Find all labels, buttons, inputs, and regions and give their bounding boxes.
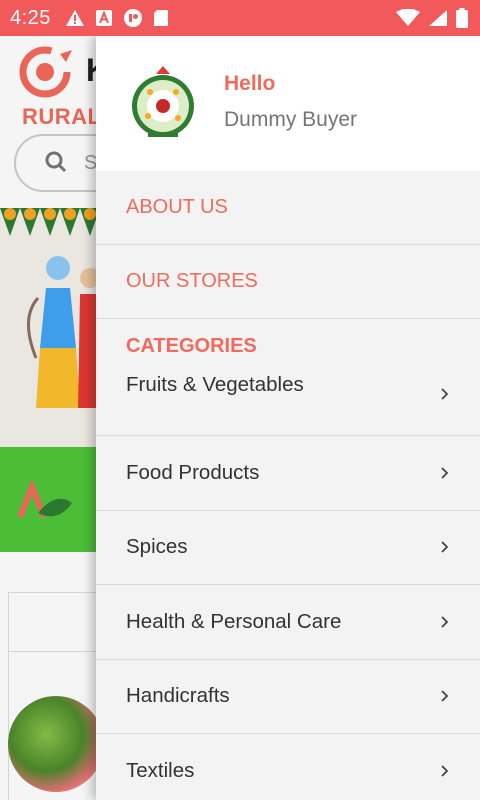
category-fruits-vegetables[interactable]: Fruits & Vegetables: [96, 363, 480, 436]
status-bar: 4:25: [0, 0, 480, 36]
chevron-right-icon: [441, 541, 449, 553]
menu-our-stores[interactable]: OUR STORES: [96, 245, 480, 319]
battery-icon: [456, 8, 468, 28]
a-box-icon: [95, 10, 112, 26]
menu-our-stores-label: OUR STORES: [126, 270, 258, 292]
category-label: Fruits & Vegetables: [126, 373, 304, 396]
category-label: Spices: [126, 535, 188, 559]
category-textiles[interactable]: Textiles: [96, 734, 480, 800]
chevron-right-icon: [441, 690, 449, 702]
category-label: Food Products: [126, 460, 260, 484]
status-icons-left: [65, 8, 169, 28]
menu-about-us-label: ABOUT US: [126, 196, 228, 218]
category-label: Textiles: [126, 758, 195, 782]
drawer-header: Hello Dummy Buyer: [96, 36, 480, 171]
record-icon: [123, 9, 142, 27]
navigation-drawer: Hello Dummy Buyer ABOUT US OUR STORES CA…: [96, 36, 480, 800]
avatar: [132, 66, 194, 137]
signal-icon: [429, 10, 447, 26]
category-food-products[interactable]: Food Products: [96, 436, 480, 511]
menu-about-us[interactable]: ABOUT US: [96, 171, 480, 245]
greeting: Hello: [224, 72, 276, 95]
chevron-right-icon: [441, 388, 449, 400]
drawer-scrim[interactable]: [0, 36, 96, 800]
chevron-right-icon: [441, 616, 449, 628]
warning-icon: [65, 10, 84, 26]
category-label: Health & Personal Care: [126, 609, 342, 633]
user-name: Dummy Buyer: [224, 108, 358, 131]
sd-card-icon: [153, 10, 168, 26]
category-handicrafts[interactable]: Handicrafts: [96, 660, 480, 734]
status-icons-right: [396, 8, 468, 28]
chevron-right-icon: [441, 467, 449, 479]
category-label: Handicrafts: [126, 684, 230, 708]
category-spices[interactable]: Spices: [96, 511, 480, 585]
category-health-personal-care[interactable]: Health & Personal Care: [96, 585, 480, 660]
chevron-right-icon: [441, 765, 449, 777]
status-time: 4:25: [10, 6, 51, 29]
wifi-icon: [396, 9, 420, 26]
categories-title: CATEGORIES: [126, 335, 257, 357]
